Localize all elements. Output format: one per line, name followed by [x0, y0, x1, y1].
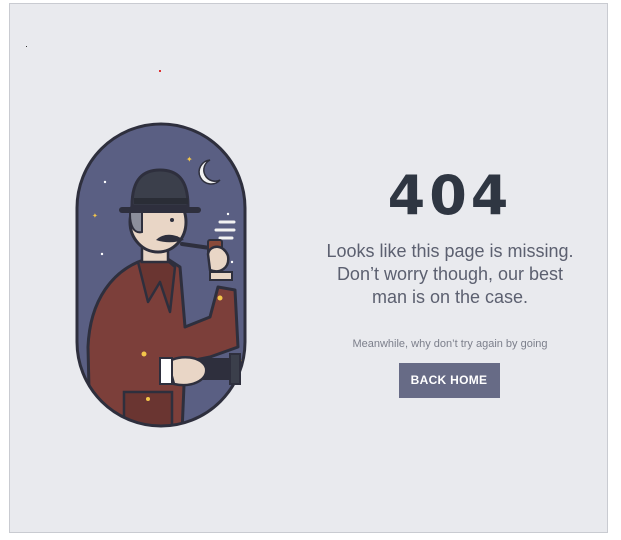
- decorative-speck: [26, 46, 27, 47]
- decorative-speck: [159, 70, 161, 72]
- page-container: ✦ ✦ 404 Looks like this page is missing.…: [9, 3, 608, 533]
- error-message: Looks like this page is missing. Don’t w…: [310, 240, 590, 309]
- star-icon: ✦: [186, 155, 193, 164]
- star-icon: [226, 212, 230, 216]
- star-icon: [230, 260, 234, 264]
- error-message-line: man is on the case.: [371, 287, 529, 307]
- back-home-button[interactable]: BACK HOME: [398, 363, 500, 398]
- sub-text: Meanwhile, why don’t try again by going: [352, 338, 548, 350]
- star-icon: [103, 180, 107, 184]
- star-icon: [100, 252, 104, 256]
- error-message-line: Looks like this page is missing.: [326, 241, 574, 261]
- error-code: 404: [387, 164, 513, 227]
- detective-illustration: ✦ ✦: [75, 122, 247, 428]
- star-icon: ✦: [92, 212, 98, 220]
- error-message-line: Don’t worry though, our best: [336, 264, 564, 284]
- error-content: 404 Looks like this page is missing. Don…: [310, 169, 590, 398]
